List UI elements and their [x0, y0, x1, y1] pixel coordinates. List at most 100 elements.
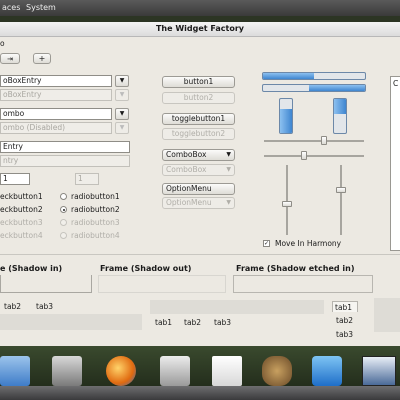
- notebook-b-page: [150, 300, 324, 314]
- optionmenu-label: OptionMenu: [166, 184, 212, 193]
- notebook-b-tab2[interactable]: tab2: [182, 317, 203, 328]
- combobox[interactable]: ComboBox ▼: [162, 149, 235, 161]
- dock: [0, 346, 400, 400]
- notebook-c-tab2[interactable]: tab2: [334, 315, 355, 326]
- notebook-b-tab3[interactable]: tab3: [212, 317, 233, 328]
- comboboxentry-arrow-button[interactable]: ▼: [115, 75, 129, 87]
- hscale-1-knob[interactable]: [321, 136, 327, 145]
- togglebutton2: togglebutton2: [162, 128, 235, 140]
- checkbutton-1-label[interactable]: eckbutton1: [0, 192, 43, 201]
- checkbutton-3-label: eckbutton3: [0, 218, 43, 227]
- widget-factory-window: The Widget Factory o ⇥ + oBoxEntry ▼ oBo…: [0, 22, 400, 346]
- gimp-icon[interactable]: [262, 356, 292, 386]
- radiobutton-4-label: radiobutton4: [71, 231, 120, 240]
- frame-shadow-out-label: Frame (Shadow out): [100, 264, 192, 273]
- move-in-harmony-checkbox[interactable]: ✓: [263, 240, 270, 247]
- radiobutton-3: [60, 219, 67, 226]
- title-bar: The Widget Factory: [0, 22, 400, 37]
- radiobutton-1-label[interactable]: radiobutton1: [71, 192, 120, 201]
- button1[interactable]: button1: [162, 76, 235, 88]
- triangle-down-icon: ▼: [119, 91, 125, 98]
- word-icon[interactable]: [312, 356, 342, 386]
- hscale-2-knob[interactable]: [301, 151, 307, 160]
- system-menu[interactable]: System: [26, 3, 56, 12]
- tree-column-header[interactable]: C: [393, 79, 398, 88]
- comboboxentry-field[interactable]: oBoxEntry: [0, 75, 112, 87]
- tree-view[interactable]: C: [390, 76, 400, 251]
- vscale-2-track: [340, 165, 342, 235]
- checkmark-icon: ✓: [264, 240, 270, 247]
- spinbutton-2: 1: [75, 173, 99, 185]
- radiobutton-4: [60, 232, 67, 239]
- progress-fill: [263, 73, 314, 79]
- frame-shadow-in: [0, 275, 92, 293]
- plus-icon: +: [38, 54, 46, 63]
- browser-icon[interactable]: [106, 356, 136, 386]
- notebook-c-tab1[interactable]: tab1: [332, 301, 358, 312]
- progress-fill: [280, 109, 292, 133]
- notebook-b-tab1[interactable]: tab1: [153, 317, 174, 328]
- combobox-label: ComboBox: [166, 150, 207, 159]
- folder-icon[interactable]: [0, 356, 30, 386]
- toolbar-back-button[interactable]: ⇥: [0, 53, 20, 64]
- arrow-right-icon: ⇥: [7, 55, 13, 63]
- triangle-down-icon: ▼: [226, 199, 231, 206]
- comboboxentry-disabled-field: oBoxEntry: [0, 89, 112, 101]
- optionmenu-disabled-label: OptionMenu: [166, 198, 212, 207]
- notebook-c-tab3[interactable]: tab3: [334, 329, 355, 340]
- hscale-1-track: [264, 140, 364, 142]
- progressbar-horizontal-1: [262, 72, 366, 80]
- calculator-icon[interactable]: [160, 356, 190, 386]
- radiobutton-1[interactable]: [60, 193, 67, 200]
- triangle-down-icon: ▼: [226, 151, 231, 158]
- toolbar-label: o: [0, 39, 5, 48]
- progressbar-horizontal-2: [262, 84, 366, 92]
- combobox-disabled-label: ComboBox: [166, 165, 207, 174]
- combo-disabled-field: ombo (Disabled): [0, 122, 112, 134]
- optionmenu-disabled: OptionMenu ▼: [162, 197, 235, 209]
- spinbutton-1[interactable]: 1: [0, 173, 30, 185]
- combobox-disabled: ComboBox ▼: [162, 164, 235, 176]
- triangle-down-icon: ▼: [119, 77, 125, 84]
- window-title: The Widget Factory: [155, 24, 245, 33]
- progress-fill: [334, 99, 346, 115]
- hscale-2-track: [264, 155, 364, 157]
- entry-field[interactable]: Entry: [0, 141, 130, 153]
- checkbutton-2-label[interactable]: eckbutton2: [0, 205, 43, 214]
- radiobutton-3-label: radiobutton3: [71, 218, 120, 227]
- harddisk-icon[interactable]: [52, 356, 82, 386]
- toolbar-add-button[interactable]: +: [33, 53, 51, 64]
- radiobutton-2[interactable]: [60, 206, 67, 213]
- progressbar-vertical-2: [333, 98, 347, 134]
- button2: button2: [162, 92, 235, 104]
- togglebutton1[interactable]: togglebutton1: [162, 113, 235, 125]
- frame-shadow-in-label: e (Shadow in): [0, 264, 63, 273]
- move-in-harmony-label[interactable]: Move In Harmony: [275, 239, 341, 248]
- notebook-a-page: [0, 314, 142, 330]
- progress-fill: [308, 85, 365, 91]
- frame-etched-in: [233, 275, 373, 293]
- document-icon[interactable]: [212, 356, 242, 386]
- progressbar-vertical-1: [279, 98, 293, 134]
- notebook-a-tab3[interactable]: tab3: [34, 301, 55, 312]
- optionmenu[interactable]: OptionMenu: [162, 183, 235, 195]
- display-icon[interactable]: [362, 356, 396, 386]
- notebook-c-page: [374, 298, 400, 332]
- checkbutton-4-label: eckbutton4: [0, 231, 43, 240]
- comboboxentry-disabled-arrow: ▼: [115, 89, 129, 101]
- separator: [0, 254, 400, 255]
- radiobutton-2-label[interactable]: radiobutton2: [71, 205, 120, 214]
- notebook-a-tab2[interactable]: tab2: [2, 301, 23, 312]
- frame-shadow-out: [98, 275, 226, 293]
- triangle-down-icon: ▼: [119, 124, 125, 131]
- places-menu[interactable]: aces: [2, 3, 20, 12]
- combo-arrow-button[interactable]: ▼: [115, 108, 129, 120]
- entry-disabled-field: ntry: [0, 155, 130, 167]
- dock-shelf: [0, 386, 400, 400]
- frame-etched-in-label: Frame (Shadow etched in): [236, 264, 355, 273]
- combo-disabled-arrow: ▼: [115, 122, 129, 134]
- vscale-2-knob[interactable]: [336, 186, 346, 193]
- vscale-1-knob[interactable]: [282, 200, 292, 207]
- combo-field[interactable]: ombo: [0, 108, 112, 120]
- triangle-down-icon: ▼: [226, 166, 231, 173]
